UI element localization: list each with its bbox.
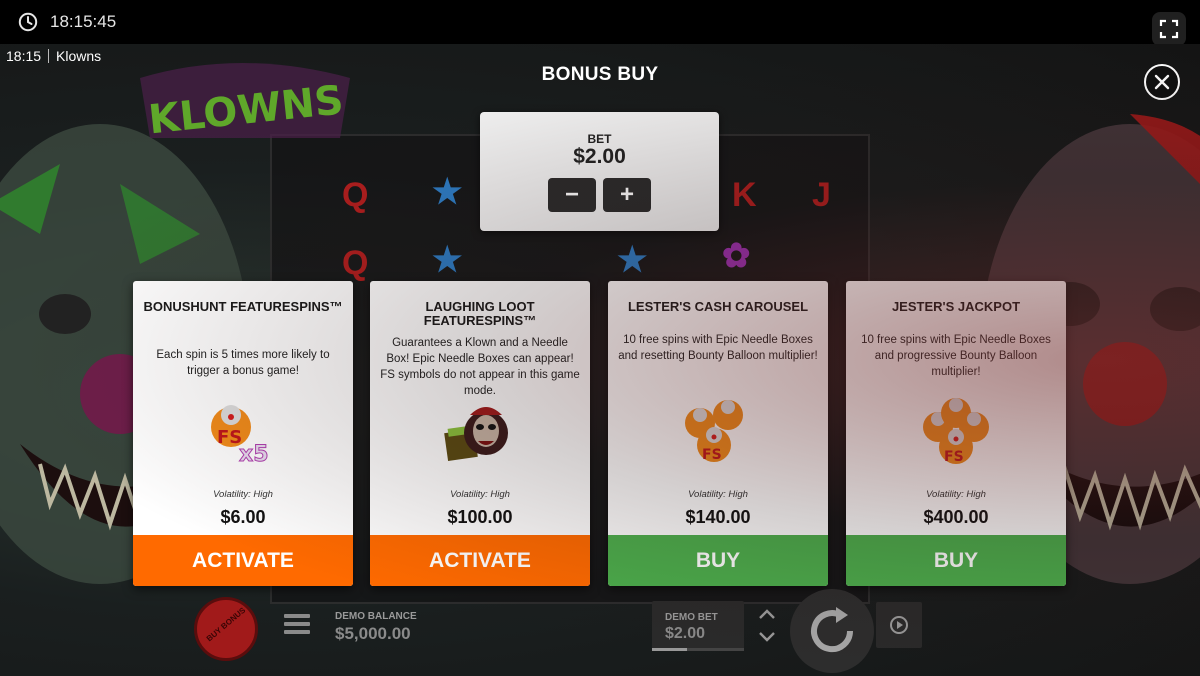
- fs-x5-icon: FS x5: [211, 405, 269, 468]
- demo-bet-value: $2.00: [665, 625, 706, 642]
- card-price: $6.00: [220, 507, 266, 527]
- buy-button[interactable]: BUY: [608, 535, 828, 586]
- game-name: Klowns: [56, 48, 102, 64]
- close-button[interactable]: [1144, 64, 1180, 100]
- card-description: 10 free spins with Epic Needle Boxes and…: [861, 334, 1051, 378]
- demo-bet-box: DEMO BET $2.00: [652, 601, 744, 651]
- svg-text:x5: x5: [239, 442, 269, 467]
- reel-symbol-star3: ★: [617, 241, 648, 279]
- reel-symbol-flower: ✿: [722, 237, 751, 275]
- chevron-down-icon[interactable]: [758, 630, 776, 644]
- bet-decrease-button[interactable]: −: [548, 178, 596, 212]
- svg-text:FS: FS: [217, 427, 242, 448]
- reel-symbol-q: Q: [342, 176, 369, 214]
- clown-left-artwork: [0, 124, 250, 584]
- activate-button[interactable]: ACTIVATE: [370, 535, 590, 586]
- bonus-card-jesters-jackpot: JESTER'S JACKPOT 10 free spins with Epic…: [846, 281, 1066, 586]
- clown-right-artwork: [980, 114, 1200, 584]
- card-description: 10 free spins with Epic Needle Boxes and…: [618, 334, 818, 362]
- game-time: 18:15: [6, 48, 42, 64]
- bonus-buy-title: BONUS BUY: [541, 64, 659, 85]
- card-description: Each spin is 5 times more likely to trig…: [156, 349, 330, 377]
- bet-level-bar: [652, 648, 744, 651]
- fullscreen-icon: [1159, 19, 1179, 39]
- fs-cluster-icon: FS: [685, 400, 743, 463]
- card-volatility: Volatility: High: [688, 489, 748, 500]
- card-description: Guarantees a Klown and a Needle Box! Epi…: [380, 337, 580, 397]
- card-title: BONUSHUNT FEATURESPINS™: [143, 299, 343, 314]
- clock-icon: [18, 12, 38, 32]
- game-info: 18:15 Klowns: [0, 44, 140, 70]
- demo-bet-label: DEMO BET: [665, 612, 718, 623]
- card-title: LESTER'S CASH CAROUSEL: [627, 299, 809, 314]
- bet-increase-button[interactable]: +: [603, 178, 651, 212]
- klowns-logo: KLOWNS: [140, 63, 350, 143]
- svg-text:FS: FS: [944, 449, 964, 465]
- buy-button[interactable]: BUY: [846, 535, 1066, 586]
- card-volatility: Volatility: High: [213, 489, 273, 500]
- card-volatility: Volatility: High: [926, 489, 986, 500]
- autoplay-icon: [890, 616, 908, 634]
- reel-symbol-star: ★: [432, 173, 463, 211]
- close-icon: [1154, 74, 1170, 90]
- autoplay-button[interactable]: [876, 602, 922, 648]
- bonus-card-laughing-loot: LAUGHING LOOT FEATURESPINS™ Guarantees a…: [370, 281, 590, 586]
- bet-value: $2.00: [573, 145, 626, 168]
- reel-symbol-j: J: [812, 176, 831, 214]
- card-title: LAUGHING LOOT FEATURESPINS™: [423, 299, 537, 328]
- bonus-card-lesters-cash-carousel: LESTER'S CASH CAROUSEL 10 free spins wit…: [608, 281, 828, 586]
- bet-label: BET: [587, 132, 612, 146]
- reel-area: Q ★ K J Q ★ ★ ✿: [270, 134, 870, 604]
- svg-text:FS: FS: [702, 447, 722, 463]
- reel-symbol-q2: Q: [342, 244, 369, 282]
- klown-box-icon: [444, 407, 508, 461]
- reel-symbol-k: K: [732, 176, 757, 214]
- divider: [48, 49, 50, 63]
- bonus-card-bonushunt: BONUSHUNT FEATURESPINS™ Each spin is 5 t…: [133, 281, 353, 586]
- bet-level-fill: [652, 648, 687, 651]
- system-bar: 18:15:45: [0, 0, 1200, 46]
- demo-balance-label: DEMO BALANCE: [335, 611, 417, 622]
- activate-button[interactable]: ACTIVATE: [133, 535, 353, 586]
- demo-balance-value: $5,000.00: [335, 624, 411, 643]
- fullscreen-button[interactable]: [1152, 12, 1186, 46]
- card-price: $140.00: [685, 507, 751, 527]
- spin-button[interactable]: [790, 589, 874, 673]
- chevron-up-icon[interactable]: [758, 607, 776, 621]
- game-area: Q ★ K J Q ★ ★ ✿ KLOWNS 18:15 Klowns BONUS…: [0, 44, 1200, 676]
- svg-text:KLOWNS: KLOWNS: [146, 77, 345, 143]
- menu-icon[interactable]: [284, 614, 310, 636]
- bet-panel: BET $2.00 − +: [480, 112, 719, 231]
- buy-bonus-label: BUY BONUS: [204, 605, 248, 644]
- card-price: $400.00: [923, 507, 989, 527]
- card-price: $100.00: [447, 507, 513, 527]
- spin-icon: [811, 607, 854, 653]
- fs-cluster-icon: FS: [923, 398, 989, 465]
- reel-symbol-star2: ★: [432, 241, 463, 279]
- card-title: JESTER'S JACKPOT: [891, 299, 1021, 314]
- system-clock: 18:15:45: [50, 12, 117, 31]
- buy-bonus-button[interactable]: BUY BONUS: [194, 597, 258, 661]
- card-volatility: Volatility: High: [450, 489, 510, 500]
